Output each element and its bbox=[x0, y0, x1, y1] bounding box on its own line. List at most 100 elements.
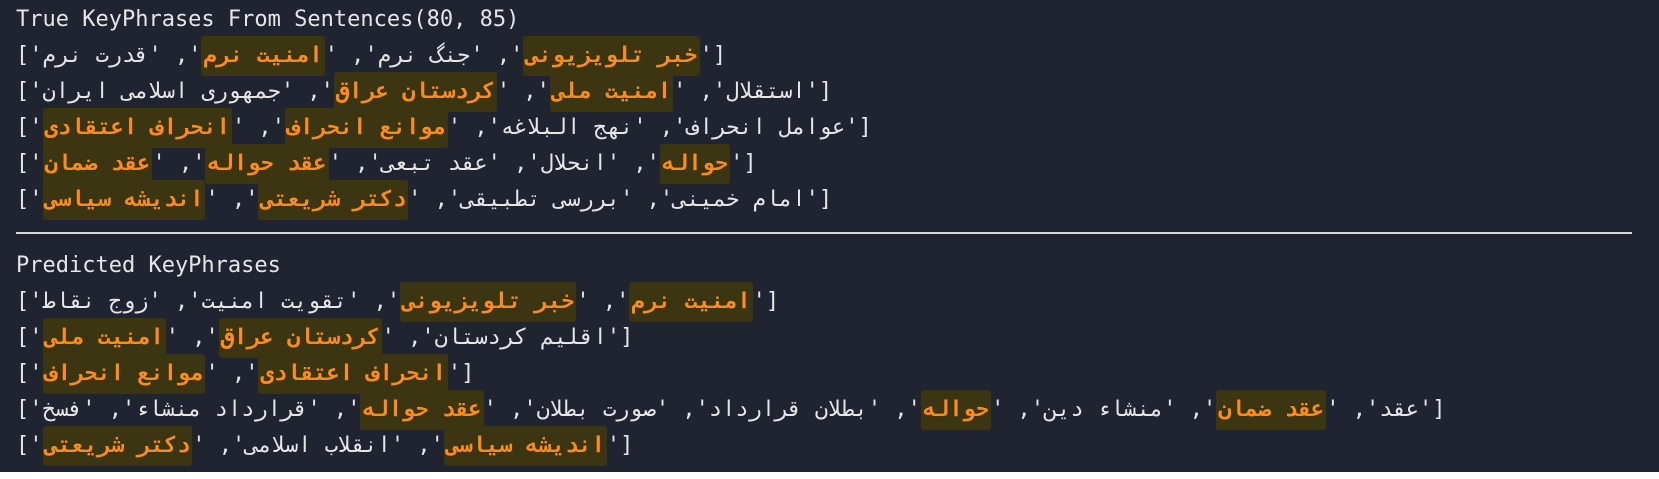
quote: ' bbox=[633, 115, 647, 140]
quote: ' bbox=[447, 187, 462, 212]
predicted-keyphrases-array: [' اندیشه سیاسی ', ' انقلاب اسلامی ', ' دکتر … bbox=[16, 426, 633, 466]
predicted-keyphrases-array: [' اقلیم کردستان ', ' کردستان عراق ', ' امنیت… bbox=[16, 318, 633, 358]
quote: ' bbox=[152, 151, 166, 176]
separator: , bbox=[165, 151, 193, 176]
separator: , bbox=[341, 151, 369, 176]
divider bbox=[16, 232, 1632, 234]
quote: ' bbox=[29, 43, 43, 68]
quote: ' bbox=[29, 325, 43, 350]
matched-keyphrase: عقد حواله bbox=[205, 144, 329, 184]
open-bracket: [ bbox=[858, 115, 872, 140]
separator: , bbox=[1339, 397, 1366, 422]
quote: ' bbox=[699, 43, 713, 68]
quote: ' bbox=[606, 325, 621, 350]
open-bracket: [ bbox=[1432, 397, 1446, 422]
keyphrase: قدرت نرم bbox=[42, 43, 149, 68]
quote: ' bbox=[421, 325, 435, 350]
separator: , bbox=[669, 397, 696, 422]
true-keyphrases-row: [' عوامل انحراف ', ' نهج البلاغه ', ' موانع ا… bbox=[16, 108, 1659, 148]
close-bracket: ] bbox=[16, 433, 30, 458]
keyphrase: قرارداد منشاء bbox=[135, 397, 308, 422]
quote: ' bbox=[29, 433, 43, 458]
matched-keyphrase: اندیشه سیاسی bbox=[443, 426, 607, 466]
predicted-keyphrases-heading: Predicted KeyPhrases bbox=[16, 253, 281, 278]
quote: ' bbox=[231, 115, 246, 140]
separator: , bbox=[1176, 397, 1204, 422]
open-bracket: [ bbox=[620, 325, 634, 350]
keyphrase: عوامل انحراف bbox=[686, 115, 846, 140]
separator: , bbox=[320, 397, 348, 422]
separator: , bbox=[461, 115, 488, 140]
quote: ' bbox=[165, 325, 179, 350]
quote: ' bbox=[29, 151, 43, 176]
keyphrase: صورت بطلان bbox=[536, 397, 656, 422]
close-bracket: ] bbox=[16, 361, 30, 386]
quote: ' bbox=[192, 151, 206, 176]
quote: ' bbox=[29, 187, 43, 212]
keyphrase: عقد bbox=[1379, 397, 1419, 422]
true-keyphrases-array: [' عوامل انحراف ', ' نهج البلاغه ', ' موانع ا… bbox=[16, 108, 872, 148]
quote: ' bbox=[646, 151, 660, 176]
separator: , bbox=[161, 43, 189, 68]
quote: ' bbox=[122, 397, 136, 422]
predicted-keyphrases-row: [' امنیت نرم ', ' خبر تلویزیونی ', ' تقویت ام… bbox=[16, 282, 1659, 322]
true-keyphrases-array: [' استقلال ', ' امنیت ملی ', ' کردستان عراق ',… bbox=[16, 72, 832, 112]
separator: , bbox=[686, 79, 713, 104]
quote: ' bbox=[368, 151, 382, 176]
quote: ' bbox=[1203, 397, 1217, 422]
keyphrase: عقد تبعی bbox=[381, 151, 488, 176]
quote: ' bbox=[347, 397, 361, 422]
matched-keyphrase: عقد ضمان bbox=[1216, 390, 1327, 430]
quote: ' bbox=[1326, 397, 1340, 422]
true-keyphrases-array: [' حواله ', ' انحلال ', ' عقد تبعی ', ' عقد حوا… bbox=[16, 144, 757, 184]
keyphrase: انحلال bbox=[540, 151, 607, 176]
quote: ' bbox=[205, 361, 219, 386]
true-keyphrases-array: [' امام خمینی ', ' بررسی تطبیقی ', ' دکتر شری… bbox=[16, 180, 832, 220]
separator: , bbox=[218, 187, 246, 212]
quote: ' bbox=[845, 115, 859, 140]
quote: ' bbox=[205, 187, 219, 212]
quote: ' bbox=[620, 187, 634, 212]
true-keyphrases-list: [' خبر تلویزیونی ', ' جنگ نرم ', ' امنیت نرم '… bbox=[16, 36, 1659, 220]
quote: ' bbox=[390, 433, 405, 458]
quote: ' bbox=[205, 325, 219, 350]
open-bracket: [ bbox=[461, 361, 475, 386]
keyphrase: انقلاب اسلامی bbox=[245, 433, 391, 458]
quote: ' bbox=[408, 187, 422, 212]
quote: ' bbox=[1163, 397, 1177, 422]
matched-keyphrase: انحراف اعتقادی bbox=[258, 354, 448, 394]
true-keyphrases-row: [' امام خمینی ', ' بررسی تطبیقی ', ' دکتر شری… bbox=[16, 180, 1659, 220]
quote: ' bbox=[245, 361, 259, 386]
matched-keyphrase: خبر تلویزیونی bbox=[523, 36, 700, 76]
true-keyphrases-array: [' خبر تلویزیونی ', ' جنگ نرم ', ' امنیت نرم '… bbox=[16, 36, 726, 76]
quote: ' bbox=[805, 79, 819, 104]
predicted-keyphrases-array: [' امنیت نرم ', ' خبر تلویزیونی ', ' تقویت ام… bbox=[16, 282, 779, 322]
separator: , bbox=[161, 289, 189, 314]
quote: ' bbox=[655, 397, 670, 422]
quote: ' bbox=[673, 79, 687, 104]
quote: ' bbox=[483, 397, 497, 422]
quote: ' bbox=[447, 115, 462, 140]
predicted-keyphrases-row: [' اقلیم کردستان ', ' کردستان عراق ', ' امنیت… bbox=[16, 318, 1659, 358]
quote: ' bbox=[245, 187, 259, 212]
open-bracket: [ bbox=[743, 151, 757, 176]
separator: , bbox=[218, 361, 246, 386]
matched-keyphrase: موانع انحراف bbox=[42, 354, 206, 394]
true-keyphrases-row: [' حواله ', ' انحلال ', ' عقد تبعی ', ' عقد حوا… bbox=[16, 144, 1659, 184]
close-bracket: ] bbox=[16, 289, 30, 314]
quote: ' bbox=[730, 151, 744, 176]
separator: , bbox=[620, 151, 647, 176]
keyphrase: اقلیم کردستان bbox=[434, 325, 607, 350]
separator: , bbox=[500, 151, 528, 176]
close-bracket: ] bbox=[16, 187, 30, 212]
matched-keyphrase: خبر تلویزیونی bbox=[400, 282, 577, 322]
close-bracket: ] bbox=[16, 43, 30, 68]
quote: ' bbox=[280, 79, 295, 104]
quote: ' bbox=[29, 115, 43, 140]
quote: ' bbox=[673, 115, 687, 140]
quote: ' bbox=[805, 187, 819, 212]
quote: ' bbox=[659, 187, 674, 212]
matched-keyphrase: حواله bbox=[920, 390, 992, 430]
keyphrase: بطلان قرارداد bbox=[708, 397, 868, 422]
separator: , bbox=[178, 325, 206, 350]
